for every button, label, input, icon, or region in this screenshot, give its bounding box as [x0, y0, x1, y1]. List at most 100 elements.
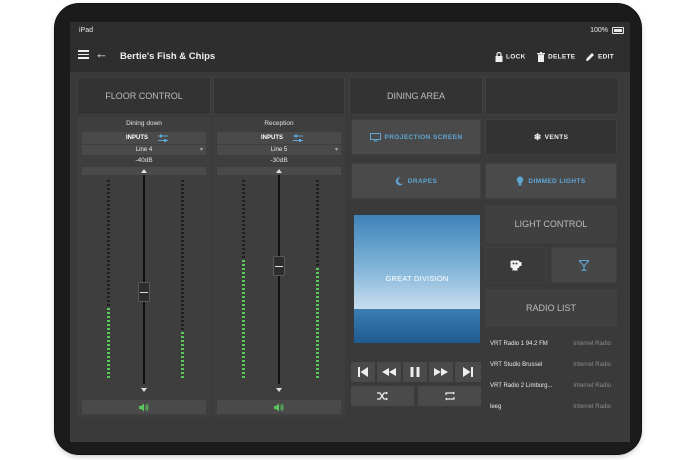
app-screen: iPad 100% ← Bertie's Fish & Chips LOCK D… — [70, 22, 630, 442]
rewind-icon — [382, 368, 396, 376]
battery-percent: 100% — [590, 27, 608, 34]
radio-item-name: VRT Radio 2 Limburg... — [490, 383, 553, 389]
level-meter — [316, 180, 319, 380]
device-label: iPad — [79, 27, 94, 34]
channel-2-name: Reception — [264, 120, 294, 127]
light-control-header: LIGHT CONTROL — [485, 205, 617, 243]
speaker-icon — [139, 403, 149, 412]
fader-up-icon — [141, 169, 147, 173]
delete-icon — [537, 52, 545, 62]
radio-item-type: Internet Radio — [573, 341, 611, 347]
channel-1-line-value: Line 4 — [135, 147, 153, 153]
next-button[interactable] — [455, 362, 481, 382]
channel-2-inputs-label: INPUTS — [261, 135, 284, 141]
lock-label: LOCK — [506, 53, 526, 61]
channel-1-inputs-button[interactable]: INPUTS — [82, 132, 206, 144]
channel-1-name: Dining down — [126, 120, 162, 127]
channel-1-inputs-label: INPUTS — [126, 135, 149, 141]
radio-item-name: VRT Radio 1 94.2 FM — [490, 341, 548, 347]
radio-item-name: leeg — [490, 404, 502, 410]
pause-icon — [410, 367, 420, 377]
page-title: Bertie's Fish & Chips — [120, 51, 216, 62]
rewind-button[interactable] — [377, 362, 401, 382]
channel-1-mute-button[interactable] — [82, 400, 206, 414]
radio-item-type: Internet Radio — [573, 404, 611, 410]
lock-icon — [495, 52, 503, 62]
radio-item-type: Internet Radio — [573, 383, 611, 389]
radio-list-title: RADIO LIST — [525, 303, 576, 313]
repeat-icon — [445, 391, 455, 401]
dining-area-title: DINING AREA — [386, 91, 445, 101]
sliders-icon — [158, 134, 168, 142]
dining-area-header-extension — [485, 77, 619, 115]
dining-area-header: DINING AREA — [349, 77, 483, 115]
delete-button[interactable]: DELETE — [537, 52, 575, 62]
radio-item-leeg[interactable]: leeg Internet Radio — [485, 398, 617, 418]
monitor-icon — [369, 132, 381, 141]
edit-icon — [586, 53, 594, 61]
light-control-title: LIGHT CONTROL — [514, 219, 588, 229]
sliders-icon — [293, 134, 303, 142]
fast-forward-icon — [434, 368, 448, 376]
floor-control-header-extension — [213, 77, 345, 115]
radio-item-vrt-radio-2[interactable]: VRT Radio 2 Limburg... Internet Radio — [485, 377, 617, 397]
dropdown-icon: ▾ — [334, 147, 338, 153]
delete-label: DELETE — [548, 53, 576, 61]
shuffle-button[interactable] — [351, 386, 414, 406]
radio-item-type: Internet Radio — [573, 362, 611, 368]
edit-button[interactable]: EDIT — [585, 52, 614, 62]
previous-button[interactable] — [351, 362, 375, 382]
bulb-icon — [517, 176, 524, 186]
projection-screen-button[interactable]: PROJECTION SCREEN — [351, 119, 481, 155]
drapes-button[interactable]: DRAPES — [351, 163, 481, 199]
dimmed-lights-button[interactable]: DIMMED LIGHTS — [485, 163, 617, 199]
channel-2-fader-track[interactable] — [278, 175, 280, 384]
channel-1-fader-knob[interactable] — [138, 282, 150, 302]
lamp-button[interactable] — [485, 247, 547, 283]
radio-item-vrt-radio-1[interactable]: VRT Radio 1 94.2 FM Internet Radio — [485, 335, 617, 355]
lock-button[interactable]: LOCK — [495, 52, 526, 62]
channel-2-inputs-button[interactable]: INPUTS — [217, 132, 341, 144]
projection-screen-label: PROJECTION SCREEN — [384, 133, 463, 141]
snowflake-icon: ❄ — [533, 131, 542, 142]
level-meter — [107, 180, 110, 380]
status-bar: iPad 100% — [70, 22, 630, 40]
radio-item-vrt-studio-brussel[interactable]: VRT Studio Brussel Internet Radio — [485, 356, 617, 376]
channel-1-level: -40dB — [135, 157, 153, 164]
edit-label: EDIT — [598, 53, 615, 61]
vents-button[interactable]: ❄ VENTS — [485, 119, 617, 155]
radio-list-header: RADIO LIST — [485, 289, 617, 327]
shuffle-icon — [377, 391, 388, 401]
app-bar: ← Bertie's Fish & Chips LOCK DELETE EDIT — [70, 40, 630, 72]
channel-2-line-select[interactable]: Line 5 ▾ — [217, 145, 341, 155]
channel-2-level: -30dB — [270, 157, 288, 164]
lamp-icon — [510, 260, 522, 270]
floor-control-header: FLOOR CONTROL — [77, 77, 211, 115]
floor-control-title: FLOOR CONTROL — [105, 91, 183, 101]
previous-icon — [358, 367, 368, 377]
menu-icon[interactable] — [78, 50, 89, 59]
fader-down-icon — [276, 388, 282, 392]
channel-2-fader-knob[interactable] — [273, 256, 285, 276]
cocktail-button[interactable] — [551, 247, 617, 283]
repeat-button[interactable] — [418, 386, 481, 406]
channel-2-line-value: Line 5 — [270, 147, 288, 153]
level-meter — [242, 180, 245, 380]
channel-2-mute-button[interactable] — [217, 400, 341, 414]
moon-icon — [395, 176, 404, 185]
dimmed-lights-label: DIMMED LIGHTS — [528, 177, 586, 185]
radio-item-name: VRT Studio Brussel — [490, 362, 543, 368]
level-meter — [181, 180, 184, 380]
pause-button[interactable] — [403, 362, 427, 382]
battery-icon — [612, 27, 624, 34]
channel-1-line-select[interactable]: Line 4 ▾ — [82, 145, 206, 155]
back-arrow-icon[interactable]: ← — [95, 46, 108, 61]
fader-down-icon — [141, 388, 147, 392]
cocktail-icon — [579, 259, 589, 271]
next-icon — [463, 367, 473, 377]
speaker-icon — [274, 403, 284, 412]
drapes-label: DRAPES — [407, 177, 438, 185]
fast-forward-button[interactable] — [429, 362, 453, 382]
channel-1-fader-track[interactable] — [143, 175, 145, 384]
album-caption: GREAT DIVISION — [385, 274, 449, 283]
